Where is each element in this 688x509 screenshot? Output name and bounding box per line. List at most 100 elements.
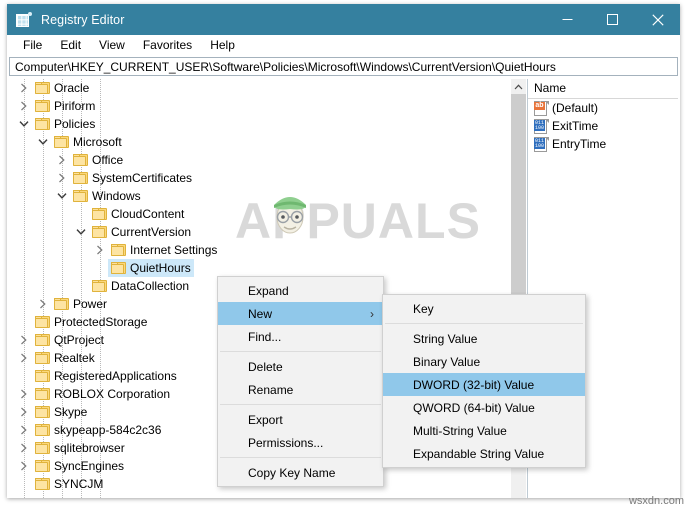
menu-file[interactable]: File: [14, 35, 51, 56]
tree-node[interactable]: SystemCertificates: [7, 169, 512, 187]
chevron-down-icon[interactable]: [54, 187, 70, 205]
menu-item-expand[interactable]: Expand: [218, 279, 383, 302]
title-bar: Registry Editor: [7, 4, 680, 35]
tree-node-label: SystemCertificates: [92, 171, 193, 185]
folder-icon: [32, 349, 52, 367]
chevron-down-icon[interactable]: [16, 115, 32, 133]
chevron-right-icon[interactable]: [16, 385, 32, 403]
values-scrollbar[interactable]: [678, 79, 680, 498]
chevron-right-icon[interactable]: [16, 331, 32, 349]
tree-node-label: QuietHours: [128, 259, 194, 277]
close-button[interactable]: [635, 4, 680, 35]
tree-node[interactable]: Microsoft: [7, 133, 512, 151]
menu-item-binary-value[interactable]: Binary Value: [383, 350, 585, 373]
value-name-label: ExitTime: [552, 119, 599, 133]
address-path-text: Computer\HKEY_CURRENT_USER\Software\Poli…: [15, 59, 556, 74]
menu-item-label: Key: [413, 301, 434, 316]
context-menu[interactable]: Expand New › Find... Delete Rename Export Permi…: [217, 276, 384, 487]
menu-item-copy-key-name[interactable]: Copy Key Name: [218, 461, 383, 484]
menu-item-qword-64-bit-value[interactable]: QWORD (64-bit) Value: [383, 396, 585, 419]
menu-item-export[interactable]: Export: [218, 408, 383, 431]
tree-leaf-marker: [16, 313, 32, 331]
menu-item-label: Find...: [248, 329, 282, 344]
chevron-right-icon[interactable]: [54, 151, 70, 169]
chevron-down-icon[interactable]: [35, 133, 51, 151]
value-row[interactable]: 011 100 ExitTime: [528, 117, 680, 135]
folder-icon: [108, 241, 128, 259]
menu-item-rename[interactable]: Rename: [218, 378, 383, 401]
folder-icon: [32, 439, 52, 457]
folder-icon: [32, 367, 52, 385]
tree-node[interactable]: Oracle: [7, 79, 512, 97]
binary-value-icon: 011 100: [533, 136, 549, 152]
menu-edit[interactable]: Edit: [51, 35, 90, 56]
context-submenu-new[interactable]: Key String Value Binary Value DWORD (32-bit…: [382, 294, 586, 468]
binary-value-icon: 011 100: [533, 118, 549, 134]
tree-node-label: Windows: [92, 189, 141, 203]
tree-leaf-marker: [92, 259, 108, 277]
chevron-right-icon: ›: [370, 306, 374, 321]
menu-item-expandable-string-value[interactable]: Expandable String Value: [383, 442, 585, 465]
menu-item-find[interactable]: Find...: [218, 325, 383, 348]
folder-icon: [108, 259, 128, 277]
folder-icon: [51, 133, 71, 151]
value-row[interactable]: 011 100 EntryTime: [528, 135, 680, 153]
tree-node-label: Power: [73, 297, 108, 311]
chevron-right-icon[interactable]: [16, 457, 32, 475]
tree-node-label: ROBLOX Corporation: [54, 387, 171, 401]
minimize-button[interactable]: [545, 4, 590, 35]
chevron-right-icon[interactable]: [16, 421, 32, 439]
menu-help[interactable]: Help: [201, 35, 244, 56]
menu-view[interactable]: View: [90, 35, 134, 56]
tree-node-label: CloudContent: [111, 207, 185, 221]
menu-item-multi-string-value[interactable]: Multi-String Value: [383, 419, 585, 442]
chevron-right-icon[interactable]: [92, 241, 108, 259]
tree-node[interactable]: Policies: [7, 115, 512, 133]
menu-favorites[interactable]: Favorites: [134, 35, 201, 56]
menu-item-new[interactable]: New ›: [218, 302, 383, 325]
value-name-label: EntryTime: [552, 137, 607, 151]
chevron-right-icon[interactable]: [16, 439, 32, 457]
address-bar[interactable]: Computer\HKEY_CURRENT_USER\Software\Poli…: [9, 57, 678, 76]
folder-icon: [32, 97, 52, 115]
chevron-right-icon[interactable]: [16, 349, 32, 367]
menu-separator: [385, 323, 583, 324]
chevron-right-icon[interactable]: [16, 403, 32, 421]
folder-icon: [32, 385, 52, 403]
folder-icon: [32, 115, 52, 133]
values-list[interactable]: ab (Default) 011 100 ExitTime 011 100 EntryTime: [528, 99, 680, 153]
value-row[interactable]: ab (Default): [528, 99, 680, 117]
scroll-up-arrow-icon[interactable]: [511, 79, 526, 94]
tree-node[interactable]: Windows: [7, 187, 512, 205]
tree-node[interactable]: CurrentVersion: [7, 223, 512, 241]
tree-node-label: Policies: [54, 117, 96, 131]
tree-node-label: Microsoft: [73, 135, 122, 149]
menu-item-key[interactable]: Key: [383, 297, 585, 320]
menu-item-delete[interactable]: Delete: [218, 355, 383, 378]
tree-node-label: Internet Settings: [130, 243, 218, 257]
chevron-right-icon[interactable]: [16, 97, 32, 115]
chevron-right-icon[interactable]: [54, 169, 70, 187]
values-column-header[interactable]: Name: [528, 79, 680, 99]
folder-icon: [70, 169, 90, 187]
maximize-button[interactable]: [590, 4, 635, 35]
tree-node[interactable]: Piriform: [7, 97, 512, 115]
menu-separator: [220, 351, 381, 352]
chevron-right-icon[interactable]: [16, 79, 32, 97]
tree-node-label: SYNCJM: [54, 477, 104, 491]
tree-node[interactable]: Internet Settings: [7, 241, 512, 259]
menu-item-string-value[interactable]: String Value: [383, 327, 585, 350]
tree-node[interactable]: CloudContent: [7, 205, 512, 223]
menu-item-label: New: [248, 306, 273, 321]
string-value-icon: ab: [533, 100, 549, 116]
chevron-right-icon[interactable]: [35, 295, 51, 313]
folder-icon: [32, 331, 52, 349]
menu-item-label: QWORD (64-bit) Value: [413, 400, 535, 415]
tree-node[interactable]: Office: [7, 151, 512, 169]
tree-node-selected[interactable]: QuietHours: [7, 259, 512, 277]
chevron-down-icon[interactable]: [73, 223, 89, 241]
menu-item-permissions[interactable]: Permissions...: [218, 431, 383, 454]
tree-node-label: sqlitebrowser: [54, 441, 125, 455]
tree-node-label: DataCollection: [111, 279, 190, 293]
menu-item-dword-32-bit-value[interactable]: DWORD (32-bit) Value: [383, 373, 585, 396]
